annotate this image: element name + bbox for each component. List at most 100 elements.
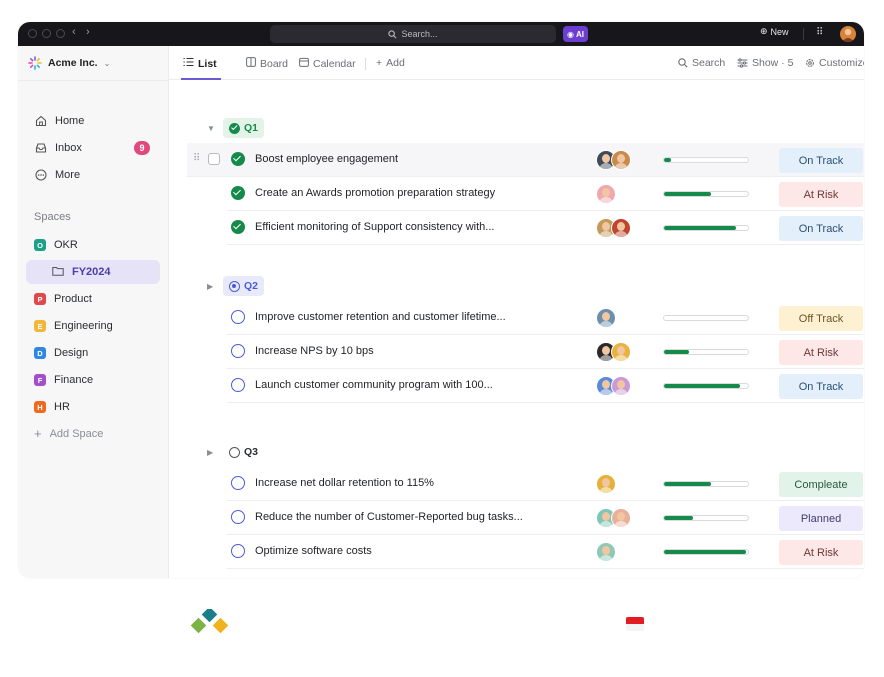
task-title[interactable]: Boost employee engagement bbox=[255, 153, 398, 165]
status-badge[interactable]: Compleate bbox=[779, 472, 863, 497]
task-title[interactable]: Increase net dollar retention to 115% bbox=[255, 477, 434, 489]
assignee-avatars[interactable] bbox=[596, 218, 631, 238]
task-title[interactable]: Improve customer retention and customer … bbox=[255, 311, 506, 323]
tab-list[interactable]: List bbox=[183, 57, 217, 70]
progress-bar bbox=[663, 225, 749, 231]
space-label: Product bbox=[54, 293, 92, 305]
status-badge[interactable]: At Risk bbox=[779, 182, 863, 207]
space-engineering[interactable]: E Engineering bbox=[34, 320, 113, 332]
task-status-circle-icon[interactable] bbox=[231, 378, 245, 392]
task-row[interactable]: Create an Awards promotion preparation s… bbox=[227, 177, 864, 211]
sidebar-item-home[interactable]: Home bbox=[34, 112, 84, 130]
task-status-circle-icon[interactable] bbox=[231, 510, 245, 524]
close-window-icon[interactable] bbox=[28, 29, 37, 38]
customize-button[interactable]: Customize bbox=[805, 57, 864, 69]
tab-calendar[interactable]: Calendar bbox=[299, 57, 356, 70]
assignee-avatars[interactable] bbox=[596, 474, 616, 494]
completed-check-icon[interactable] bbox=[231, 186, 245, 200]
assignee-avatars[interactable] bbox=[596, 308, 616, 328]
task-status-circle-icon[interactable] bbox=[231, 344, 245, 358]
task-status-circle-icon[interactable] bbox=[231, 310, 245, 324]
task-row[interactable]: Improve customer retention and customer … bbox=[227, 301, 864, 335]
avatar[interactable] bbox=[611, 376, 631, 396]
space-badge: P bbox=[34, 293, 46, 305]
status-badge[interactable]: On Track bbox=[779, 216, 863, 241]
ai-button[interactable]: ◉ AI bbox=[563, 26, 588, 42]
task-status-circle-icon[interactable] bbox=[231, 544, 245, 558]
group-header-q1[interactable]: ▼ Q1 bbox=[207, 118, 265, 138]
add-view-button[interactable]: + Add bbox=[376, 57, 405, 69]
completed-check-icon[interactable] bbox=[231, 220, 245, 234]
task-title[interactable]: Efficient monitoring of Support consiste… bbox=[255, 221, 494, 233]
assignee-avatars[interactable] bbox=[596, 184, 616, 204]
task-row[interactable]: Increase NPS by 10 bps At Risk bbox=[227, 335, 864, 369]
avatar[interactable] bbox=[596, 542, 616, 562]
space-hr[interactable]: H HR bbox=[34, 401, 70, 413]
caret-down-icon[interactable]: ▼ bbox=[207, 124, 215, 133]
user-avatar[interactable] bbox=[840, 26, 856, 42]
show-button[interactable]: Show · 5 bbox=[737, 57, 793, 69]
completed-check-icon[interactable] bbox=[231, 152, 245, 166]
folder-fy2024[interactable]: FY2024 bbox=[26, 260, 160, 284]
space-okr[interactable]: O OKR bbox=[34, 239, 78, 251]
status-badge[interactable]: At Risk bbox=[779, 340, 863, 365]
task-title[interactable]: Optimize software costs bbox=[255, 545, 372, 557]
workspace-switcher[interactable]: Acme Inc. ⌄ bbox=[28, 56, 110, 70]
group-header-q2[interactable]: ▶ Q2 bbox=[207, 276, 265, 296]
assignee-avatars[interactable] bbox=[596, 542, 616, 562]
sidebar-item-more[interactable]: More bbox=[34, 166, 80, 184]
assignee-avatars[interactable] bbox=[596, 508, 631, 528]
task-title[interactable]: Launch customer community program with 1… bbox=[255, 379, 493, 391]
caret-right-icon[interactable]: ▶ bbox=[207, 448, 215, 457]
search-button[interactable]: Search bbox=[678, 57, 725, 69]
group-header-q3[interactable]: ▶ Q3 bbox=[207, 442, 265, 462]
space-design[interactable]: D Design bbox=[34, 347, 88, 359]
drag-handle-icon[interactable]: ⠿ bbox=[193, 153, 200, 164]
status-badge[interactable]: On Track bbox=[779, 148, 863, 173]
avatar[interactable] bbox=[596, 308, 616, 328]
avatar[interactable] bbox=[596, 184, 616, 204]
sidebar-item-inbox[interactable]: Inbox bbox=[34, 139, 82, 157]
avatar[interactable] bbox=[611, 342, 631, 362]
status-badge[interactable]: Off Track bbox=[779, 306, 863, 331]
task-title[interactable]: Reduce the number of Customer-Reported b… bbox=[255, 511, 523, 523]
avatar[interactable] bbox=[611, 508, 631, 528]
forward-arrow-icon[interactable]: › bbox=[86, 26, 90, 38]
avatar[interactable] bbox=[596, 474, 616, 494]
progress-fill bbox=[664, 226, 737, 230]
back-arrow-icon[interactable]: ‹ bbox=[72, 26, 76, 38]
row-checkbox[interactable] bbox=[208, 153, 220, 165]
group-pill: Q1 bbox=[223, 118, 265, 138]
space-finance[interactable]: F Finance bbox=[34, 374, 93, 386]
minimize-window-icon[interactable] bbox=[42, 29, 51, 38]
add-space-button[interactable]: + Add Space bbox=[34, 426, 103, 441]
status-badge[interactable]: At Risk bbox=[779, 540, 863, 565]
space-badge: H bbox=[34, 401, 46, 413]
task-row[interactable]: ⠿ Boost employee engagement On Track bbox=[187, 143, 864, 177]
progress-bar bbox=[663, 515, 749, 521]
maximize-window-icon[interactable] bbox=[56, 29, 65, 38]
status-badge[interactable]: Planned bbox=[779, 506, 863, 531]
task-title[interactable]: Increase NPS by 10 bps bbox=[255, 345, 374, 357]
task-title[interactable]: Create an Awards promotion preparation s… bbox=[255, 187, 495, 199]
status-badge[interactable]: On Track bbox=[779, 374, 863, 399]
task-row[interactable]: Optimize software costs At Risk bbox=[227, 535, 864, 569]
tab-board[interactable]: Board bbox=[246, 57, 288, 70]
space-product[interactable]: P Product bbox=[34, 293, 92, 305]
avatar[interactable] bbox=[611, 150, 631, 170]
task-row[interactable]: Reduce the number of Customer-Reported b… bbox=[227, 501, 864, 535]
caret-right-icon[interactable]: ▶ bbox=[207, 282, 215, 291]
avatar[interactable] bbox=[611, 218, 631, 238]
new-button[interactable]: ⊕ New bbox=[760, 26, 789, 37]
assignee-avatars[interactable] bbox=[596, 376, 631, 396]
task-row[interactable]: Increase net dollar retention to 115% Com… bbox=[227, 467, 864, 501]
global-search-bar[interactable]: Search... bbox=[270, 25, 556, 43]
task-status-circle-icon[interactable] bbox=[231, 476, 245, 490]
task-row[interactable]: Launch customer community program with 1… bbox=[227, 369, 864, 403]
assignee-avatars[interactable] bbox=[596, 342, 631, 362]
task-row[interactable]: Efficient monitoring of Support consiste… bbox=[227, 211, 864, 245]
assignee-avatars[interactable] bbox=[596, 150, 631, 170]
apps-grid-icon[interactable]: ⠿ bbox=[816, 27, 823, 38]
ai-icon: ◉ bbox=[567, 29, 574, 39]
folder-label: FY2024 bbox=[72, 266, 111, 278]
